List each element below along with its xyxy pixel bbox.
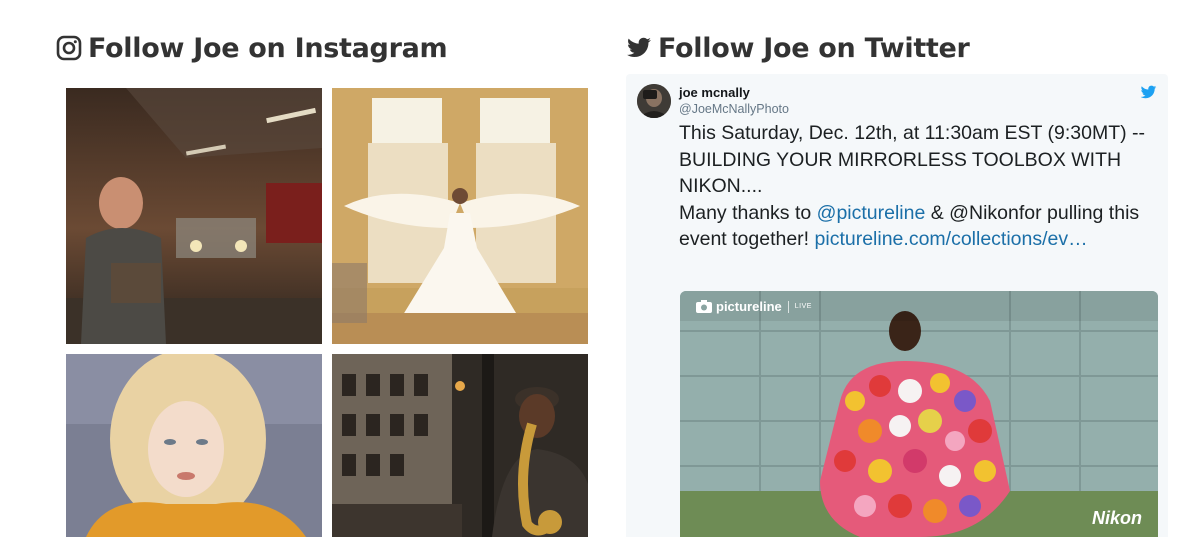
twitter-bird-icon	[626, 35, 652, 61]
instagram-photo-portrait[interactable]	[66, 354, 322, 537]
avatar[interactable]	[637, 84, 671, 118]
tweet-text: This Saturday, Dec. 12th, at 11:30am EST…	[679, 120, 1165, 253]
instagram-photo-angel[interactable]	[332, 88, 588, 344]
twitter-bird-icon[interactable]	[1140, 85, 1157, 100]
nikon-brand-logo: Nikon	[1091, 508, 1142, 528]
tweet-author-handle[interactable]: @JoeMcNallyPhoto	[679, 102, 789, 116]
instagram-photo-saxophone[interactable]	[332, 354, 588, 537]
tweet-text-pre: Many thanks to	[679, 201, 817, 224]
tweet-media-image[interactable]: pictureline LIVE Nikon	[680, 291, 1158, 537]
tweet-text-line-1: This Saturday, Dec. 12th, at 11:30am EST…	[679, 122, 1146, 197]
twitter-heading: Follow Joe on Twitter	[626, 28, 970, 68]
tweet-author-name[interactable]: joe mcnally	[679, 85, 750, 100]
twitter-heading-text: Follow Joe on Twitter	[658, 32, 970, 64]
instagram-heading: Follow Joe on Instagram	[56, 28, 448, 68]
instagram-heading-text: Follow Joe on Instagram	[88, 32, 448, 64]
instagram-icon	[56, 35, 82, 61]
logo-divider	[787, 300, 789, 313]
instagram-grid	[66, 88, 589, 537]
pictureline-logo: pictureline LIVE	[696, 299, 812, 314]
camera-icon	[696, 300, 712, 313]
pictureline-live-label: LIVE	[794, 303, 812, 310]
instagram-photo-mechanic[interactable]	[66, 88, 322, 344]
embedded-tweet[interactable]: joe mcnally @JoeMcNallyPhoto This Saturd…	[626, 74, 1168, 537]
tweet-mention-link[interactable]: @pictureline	[817, 202, 926, 224]
pictureline-logo-text: pictureline	[716, 299, 782, 314]
tweet-url-link[interactable]: pictureline.com/collections/ev…	[815, 228, 1088, 250]
